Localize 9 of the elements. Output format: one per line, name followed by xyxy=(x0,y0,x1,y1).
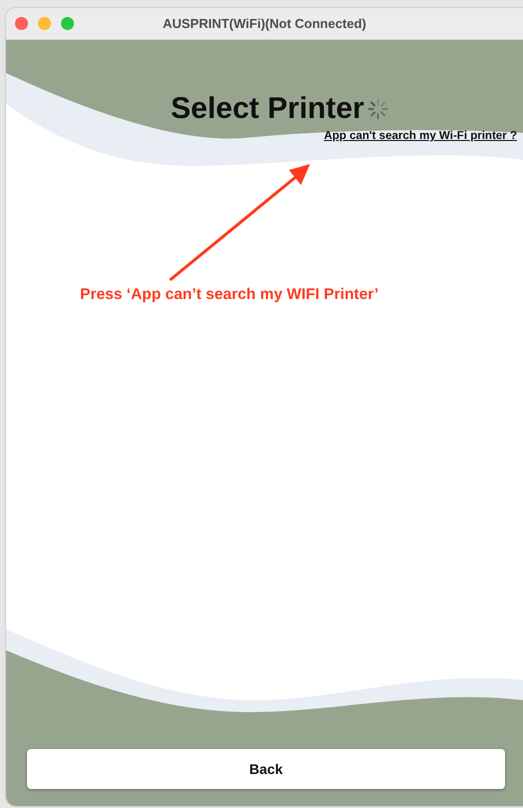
window-title: AUSPRINT(WiFi)(Not Connected) xyxy=(162,16,368,31)
annotation-text: Press ‘App can’t search my WIFI Printer’ xyxy=(80,286,379,304)
zoom-button[interactable] xyxy=(61,17,74,30)
help-link[interactable]: App can't search my Wi-Fi printer ? xyxy=(324,130,517,142)
minimize-button[interactable] xyxy=(38,17,51,30)
back-button[interactable]: Back xyxy=(27,749,505,789)
page-heading: Select Printer xyxy=(170,92,364,126)
loading-spinner-icon xyxy=(368,99,388,119)
close-button[interactable] xyxy=(15,17,28,30)
